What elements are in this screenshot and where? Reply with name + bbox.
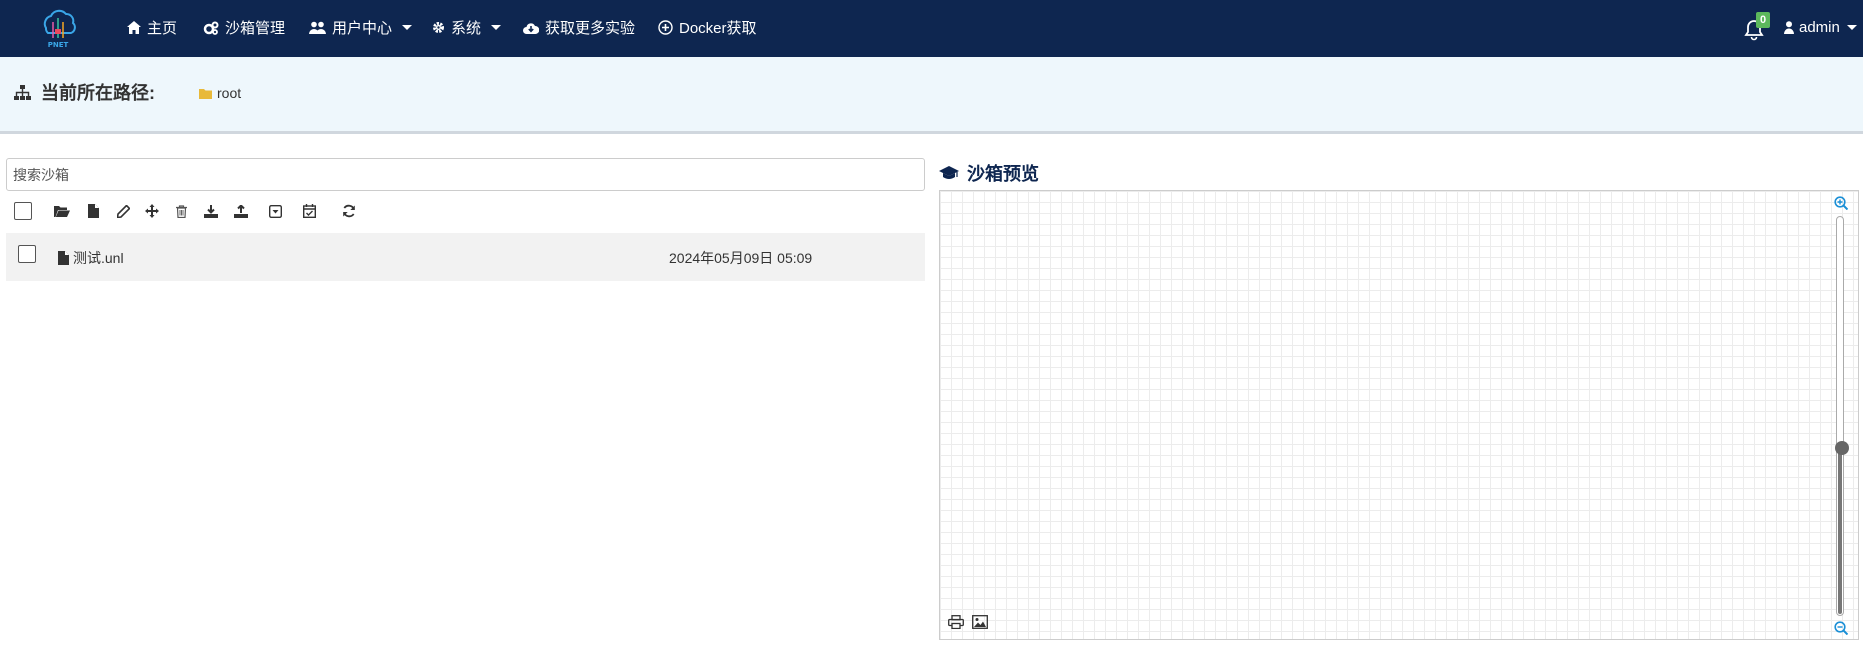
preview-title-label: 沙箱预览 bbox=[967, 164, 1039, 184]
download-icon bbox=[204, 204, 218, 218]
users-icon bbox=[309, 21, 326, 34]
zoom-slider-handle[interactable] bbox=[1835, 441, 1849, 455]
username: admin bbox=[1799, 19, 1840, 36]
path-bar: 当前所在路径: root bbox=[0, 57, 1863, 134]
nav-user-center[interactable]: 用户中心 bbox=[309, 0, 413, 55]
nav-sandbox-label: 沙箱管理 bbox=[225, 20, 286, 37]
graduation-cap-icon bbox=[939, 166, 959, 179]
refresh-button[interactable] bbox=[340, 202, 358, 220]
nav-sandbox-management[interactable]: 沙箱管理 bbox=[203, 0, 285, 55]
preview-title: 沙箱预览 bbox=[939, 160, 1039, 186]
chevron-down-icon bbox=[1846, 25, 1857, 30]
search-sandbox-input[interactable] bbox=[6, 158, 925, 191]
export-button[interactable] bbox=[232, 202, 250, 220]
nav-system-label: 系统 bbox=[451, 20, 482, 37]
caret-square-down-icon bbox=[268, 204, 282, 218]
nav-docker[interactable]: Docker获取 bbox=[658, 0, 757, 55]
cogs-icon bbox=[203, 21, 219, 35]
logo-text: PNET bbox=[48, 41, 69, 49]
file-icon bbox=[58, 251, 69, 265]
user-icon bbox=[1784, 21, 1794, 34]
nav-home-label: 主页 bbox=[147, 20, 178, 37]
nav-user-center-label: 用户中心 bbox=[332, 20, 393, 37]
nav-home[interactable]: 主页 bbox=[127, 0, 177, 55]
image-icon[interactable] bbox=[972, 615, 988, 629]
sandbox-preview-canvas[interactable] bbox=[939, 190, 1859, 640]
trash-icon bbox=[175, 204, 187, 218]
calendar-check-icon bbox=[302, 204, 316, 218]
refresh-icon bbox=[343, 204, 355, 218]
rename-button[interactable] bbox=[114, 202, 132, 220]
notifications-button[interactable]: 0 bbox=[1744, 12, 1770, 41]
home-icon bbox=[127, 21, 141, 34]
nav-get-more-labs[interactable]: 获取更多实验 bbox=[523, 0, 635, 55]
select-all-checkbox[interactable] bbox=[14, 202, 32, 220]
chevron-down-icon bbox=[402, 25, 413, 30]
top-navbar: PNET 主页 沙箱管理 用户中心 系统 获取更多实验 Docker获取 0 a… bbox=[0, 0, 1863, 57]
nav-system[interactable]: 系统 bbox=[432, 0, 502, 55]
print-icon[interactable] bbox=[948, 615, 964, 629]
chevron-down-icon bbox=[491, 25, 502, 30]
sitemap-icon bbox=[14, 84, 31, 100]
zoom-slider-fill bbox=[1838, 447, 1842, 614]
open-folder-button[interactable] bbox=[53, 202, 71, 220]
nav-get-more-labs-label: 获取更多实验 bbox=[545, 20, 636, 37]
plus-circle-icon bbox=[658, 20, 673, 35]
file-name[interactable]: 测试.unl bbox=[58, 248, 124, 268]
path-title: 当前所在路径: bbox=[14, 79, 155, 105]
import-button[interactable] bbox=[202, 202, 220, 220]
notification-count-badge: 0 bbox=[1756, 12, 1770, 28]
upload-icon bbox=[234, 204, 248, 218]
new-file-button[interactable] bbox=[84, 202, 102, 220]
schedule-button[interactable] bbox=[300, 202, 318, 220]
zoom-in-icon[interactable] bbox=[1834, 196, 1848, 210]
new-file-icon bbox=[87, 204, 99, 218]
move-button[interactable] bbox=[143, 202, 161, 220]
move-icon bbox=[145, 204, 159, 218]
open-folder-icon bbox=[54, 206, 70, 217]
folder-icon bbox=[199, 88, 212, 99]
gear-icon bbox=[433, 22, 444, 33]
breadcrumb-root-folder[interactable]: root bbox=[199, 85, 241, 101]
cloud-download-icon bbox=[523, 22, 539, 34]
delete-button[interactable] bbox=[172, 202, 190, 220]
path-title-label: 当前所在路径: bbox=[41, 83, 155, 103]
file-name-label: 测试.unl bbox=[73, 250, 124, 266]
pnet-logo[interactable]: PNET bbox=[38, 8, 78, 50]
file-row-checkbox[interactable] bbox=[18, 245, 36, 263]
pencil-icon bbox=[116, 204, 130, 218]
file-row[interactable]: 测试.unl 2024年05月09日 05:09 bbox=[6, 233, 925, 281]
user-menu[interactable]: admin bbox=[1784, 0, 1857, 55]
file-date: 2024年05月09日 05:09 bbox=[669, 250, 813, 266]
zoom-slider[interactable] bbox=[1836, 216, 1844, 616]
zoom-out-icon[interactable] bbox=[1834, 621, 1848, 635]
collapse-button[interactable] bbox=[266, 202, 284, 220]
folder-name: root bbox=[217, 85, 242, 101]
nav-docker-label: Docker获取 bbox=[679, 20, 757, 37]
